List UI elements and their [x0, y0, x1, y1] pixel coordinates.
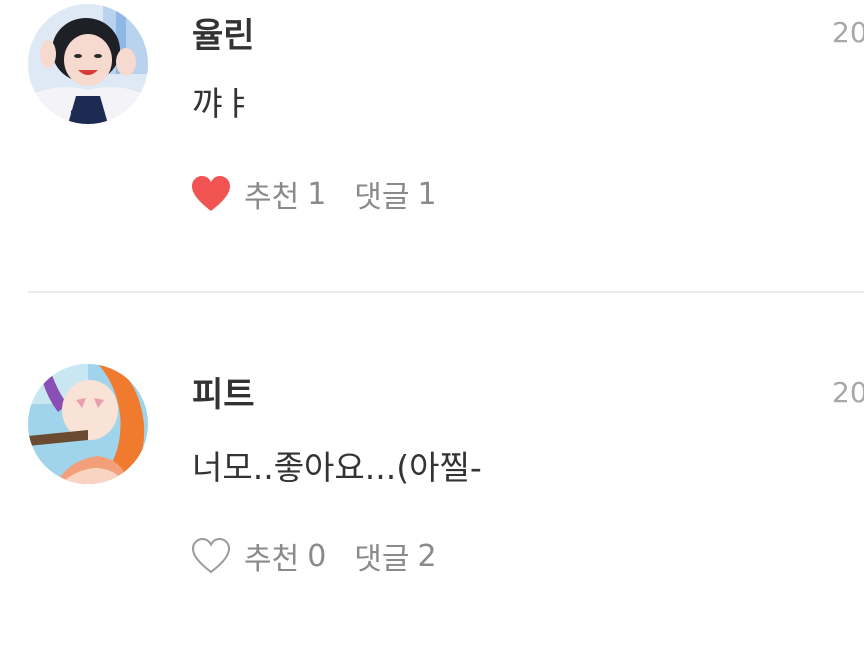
like-count: 0 [307, 538, 327, 574]
comment-item: NKP 율린 20 꺄ㅑ 추천 1 댓글 1 [0, 0, 864, 250]
heart-outline-icon[interactable] [190, 536, 232, 576]
heart-filled-icon[interactable] [190, 174, 232, 214]
comment-date: 20 [832, 16, 864, 49]
reply-label[interactable]: 댓글 [354, 172, 409, 216]
reply-count: 1 [417, 176, 437, 212]
comment-item: 피트 20 너모..좋아요...(아찔- 추천 0 댓글 2 [0, 362, 864, 612]
reply-count: 2 [417, 538, 437, 574]
comment-actions: 추천 1 댓글 1 [190, 172, 437, 216]
comment-actions: 추천 0 댓글 2 [190, 534, 437, 578]
avatar[interactable]: NKP [28, 4, 148, 124]
reply-label[interactable]: 댓글 [354, 534, 409, 578]
comment-text: 꺄ㅑ [192, 84, 253, 123]
avatar[interactable] [28, 364, 148, 484]
svg-text:NKP: NKP [70, 107, 100, 123]
comment-list: NKP 율린 20 꺄ㅑ 추천 1 댓글 1 피트 20 너모..좋아요...(… [0, 0, 864, 648]
comment-text: 너모..좋아요...(아찔- [192, 448, 482, 487]
comment-author[interactable]: 율린 [192, 16, 255, 56]
divider [28, 291, 864, 293]
comment-author[interactable]: 피트 [192, 375, 255, 415]
like-label[interactable]: 추천 [244, 172, 299, 216]
like-label[interactable]: 추천 [244, 534, 299, 578]
like-count: 1 [307, 176, 327, 212]
comment-date: 20 [832, 376, 864, 409]
